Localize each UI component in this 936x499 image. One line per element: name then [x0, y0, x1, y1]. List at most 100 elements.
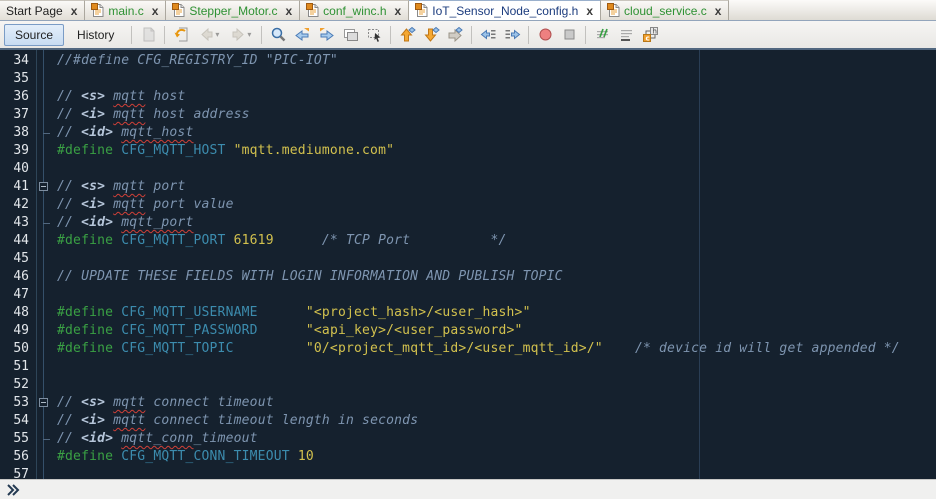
code-line[interactable]: #define CFG_MQTT_HOST "mqtt.mediumone.co…	[57, 142, 936, 160]
code-line[interactable]	[57, 160, 936, 178]
header-file-icon	[415, 3, 428, 17]
misspelled-token: mqtt_host	[121, 125, 194, 140]
code-line[interactable]: // <i> mqtt port value	[57, 196, 936, 214]
comment-button[interactable]	[590, 24, 614, 46]
stop-macro-recording-button[interactable]	[557, 24, 581, 46]
code-editor[interactable]: 34 35 36 37 38 39 40 41 42 43 44 45 46 47 48 49 50 51 52 53…	[0, 50, 936, 479]
back-to-last-edit-button[interactable]	[169, 24, 193, 46]
line-number: 49	[13, 323, 29, 338]
uncomment-button[interactable]	[614, 24, 638, 46]
code-line[interactable]	[57, 358, 936, 376]
tab-iot-sensor-node-config-h[interactable]: IoT_Sensor_Node_config.h x	[409, 0, 602, 20]
tab-conf-winc-h[interactable]: conf_winc.h x	[300, 0, 410, 20]
code-line[interactable]: #define CFG_MQTT_USERNAME "<project_hash…	[57, 304, 936, 322]
shift-line-right-button[interactable]	[500, 24, 524, 46]
last-edited-document-button[interactable]	[136, 24, 160, 46]
fold-collapse-icon[interactable]	[39, 398, 48, 407]
code-pane[interactable]: //#define CFG_REGISTRY_ID "PIC-IOT" // <s…	[53, 50, 936, 479]
dropdown-caret-icon[interactable]: ▾	[215, 30, 219, 39]
line-number: 38	[13, 125, 29, 140]
code-line[interactable]: // <i> mqtt host address	[57, 106, 936, 124]
next-bookmark-button[interactable]	[419, 24, 443, 46]
find-next-occurrence-button[interactable]	[314, 24, 338, 46]
start-macro-recording-button[interactable]	[533, 24, 557, 46]
code-token: host	[145, 89, 186, 104]
find-previous-occurrence-button[interactable]	[290, 24, 314, 46]
line-number: 52	[13, 377, 29, 392]
editor-bottom-bar	[0, 479, 936, 499]
toggle-header-source-button[interactable]: hc	[638, 24, 662, 46]
tab-cloud-service-c[interactable]: cloud_service.c x	[601, 0, 730, 20]
misspelled-token: mqtt	[113, 107, 146, 122]
code-line[interactable]: //#define CFG_REGISTRY_ID "PIC-IOT"	[57, 52, 936, 70]
tab-main-c[interactable]: main.c x	[85, 0, 167, 20]
code-token: CFG_MQTT_PASSWORD	[121, 323, 258, 338]
fold-collapse-icon[interactable]	[39, 182, 48, 191]
code-line[interactable]: // <s> mqtt port	[57, 178, 936, 196]
line-number-gutter: 34 35 36 37 38 39 40 41 42 43 44 45 46 47 48 49 50 51 52 53…	[0, 50, 37, 479]
code-line[interactable]	[57, 376, 936, 394]
comment-icon	[594, 26, 611, 43]
code-token: //	[57, 179, 82, 194]
code-line[interactable]: // UPDATE THESE FIELDS WITH LOGIN INFORM…	[57, 268, 936, 286]
header-file-icon	[306, 3, 319, 17]
toggle-bookmark-button[interactable]	[443, 24, 467, 46]
code-line[interactable]: // <id> mqtt_conn_timeout	[57, 430, 936, 448]
code-line[interactable]: #define CFG_MQTT_PASSWORD "<api_key>/<us…	[57, 322, 936, 340]
code-line[interactable]: #define CFG_MQTT_TOPIC "0/<project_mqtt_…	[57, 340, 936, 358]
line-number: 53	[13, 395, 29, 410]
code-token: //	[57, 107, 82, 122]
code-line[interactable]: // <s> mqtt host	[57, 88, 936, 106]
code-line[interactable]	[57, 70, 936, 88]
code-line[interactable]: // <s> mqtt connect timeout	[57, 394, 936, 412]
tab-label: IoT_Sensor_Node_config.h	[432, 3, 579, 18]
expand-chevron-icon[interactable]	[5, 483, 21, 497]
toggle-highlight-search-button[interactable]	[338, 24, 362, 46]
nav-forward-button[interactable]: ▾	[225, 24, 257, 46]
shift-line-left-button[interactable]	[476, 24, 500, 46]
code-line[interactable]: // <i> mqtt connect timeout length in se…	[57, 412, 936, 430]
tab-close-icon[interactable]: x	[285, 5, 292, 17]
code-token: #define	[57, 305, 122, 320]
tab-close-icon[interactable]: x	[586, 5, 593, 17]
nav-forward-icon	[231, 26, 246, 43]
code-line[interactable]: // <id> mqtt_port	[57, 214, 936, 232]
line-number: 55	[13, 431, 29, 446]
code-line[interactable]: // <id> mqtt_host	[57, 124, 936, 142]
code-line[interactable]	[57, 250, 936, 268]
misspelled-token: mqtt	[113, 179, 146, 194]
find-selection-button[interactable]	[266, 24, 290, 46]
code-token: host address	[145, 107, 250, 122]
tab-close-icon[interactable]: x	[395, 5, 402, 17]
tab-start-page[interactable]: Start Page x	[0, 0, 86, 20]
start-macro-recording-icon	[537, 26, 554, 43]
code-token: #define	[57, 341, 122, 356]
tab-close-icon[interactable]: x	[715, 5, 722, 17]
history-view-button[interactable]: History	[66, 24, 125, 46]
code-line[interactable]: #define CFG_MQTT_PORT 61619 /* TCP Port …	[57, 232, 936, 250]
code-line[interactable]	[57, 466, 936, 479]
tab-label: main.c	[108, 3, 144, 18]
code-token: connect timeout	[145, 395, 274, 410]
tab-close-icon[interactable]: x	[71, 5, 78, 17]
code-line[interactable]	[57, 286, 936, 304]
tab-stepper-motor-c[interactable]: Stepper_Motor.c x	[166, 0, 301, 20]
line-number: 41	[13, 179, 29, 194]
previous-bookmark-button[interactable]	[395, 24, 419, 46]
svg-text:h: h	[652, 28, 656, 36]
rectangular-selection-button[interactable]	[362, 24, 386, 46]
dropdown-caret-icon[interactable]: ▾	[247, 30, 251, 39]
back-to-last-edit-icon	[173, 26, 190, 43]
nav-back-button[interactable]: ▾	[193, 24, 225, 46]
code-line[interactable]: #define CFG_MQTT_CONN_TIMEOUT 10	[57, 448, 936, 466]
code-token: "<project_hash>/<user_hash>"	[305, 305, 531, 320]
tab-close-icon[interactable]: x	[152, 5, 159, 17]
source-view-button[interactable]: Source	[4, 23, 65, 46]
toggle-highlight-search-icon	[342, 26, 359, 43]
line-number: 42	[13, 197, 29, 212]
code-token: CFG_MQTT_USERNAME	[121, 305, 258, 320]
